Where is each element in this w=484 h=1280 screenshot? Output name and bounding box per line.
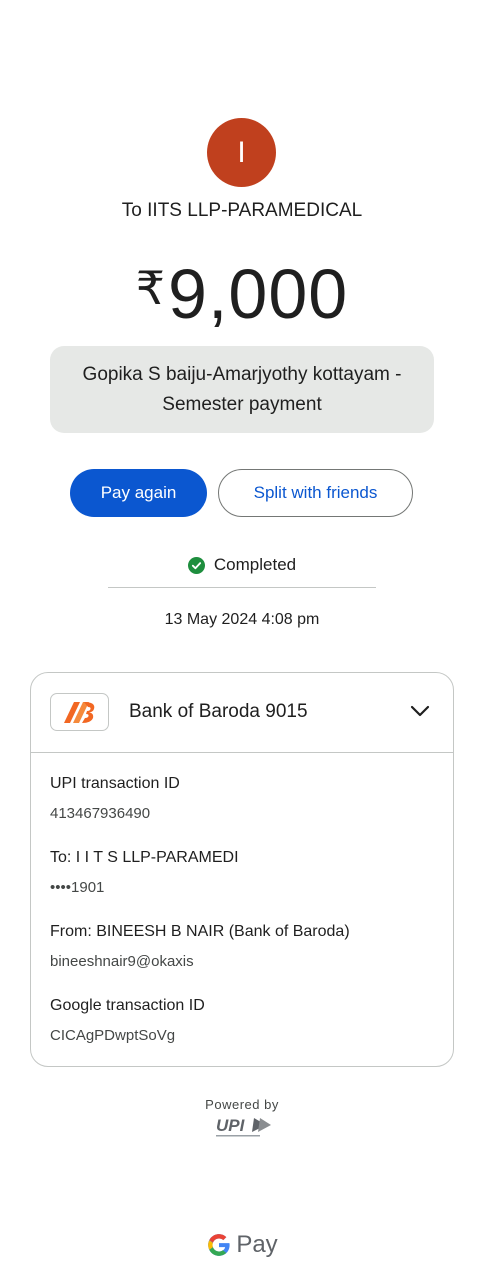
upi-transaction-id-value: 413467936490 (50, 805, 151, 822)
payment-note: Gopika S baiju-Amarjyothy kottayam - Sem… (50, 346, 434, 433)
transaction-datetime: 13 May 2024 4:08 pm (164, 611, 320, 628)
to-account-value: ••••1901 (50, 879, 105, 896)
payment-amount: ₹9,000 (0, 246, 484, 336)
split-with-friends-button[interactable]: Split with friends (218, 469, 413, 517)
google-transaction-id-value: CICAgPDwptSoVg (50, 1027, 176, 1044)
bank-account-name: Bank of Baroda 9015 (129, 701, 308, 722)
status-row: Completed (0, 552, 484, 578)
amount-value: 9,000 (168, 255, 349, 333)
from-account-value: bineeshnair9@okaxis (50, 953, 194, 970)
upi-logo-text: UPI (216, 1116, 246, 1135)
gpay-text: Pay (236, 1231, 278, 1258)
chevron-down-icon[interactable] (409, 703, 431, 719)
google-pay-logo: Pay (0, 1229, 484, 1261)
status-divider (108, 587, 376, 588)
to-account-label: To: I I T S LLP-PARAMEDI (50, 849, 239, 866)
google-transaction-id-label: Google transaction ID (50, 997, 205, 1014)
from-account-label: From: BINEESH B NAIR (Bank of Baroda) (50, 923, 350, 940)
transaction-details-card: Bank of Baroda 9015 UPI transaction ID 4… (30, 672, 454, 1067)
check-circle-icon (187, 556, 205, 574)
status-text: Completed (213, 555, 297, 574)
pay-again-button[interactable]: Pay again (70, 469, 207, 517)
upi-transaction-id-label: UPI transaction ID (50, 775, 180, 792)
powered-by-label: Powered by (205, 1097, 279, 1112)
payee-name: To IITS LLP-PARAMEDICAL (121, 200, 363, 221)
avatar-initial: I (237, 135, 246, 169)
bank-account-header[interactable]: Bank of Baroda 9015 (31, 673, 453, 753)
upi-logo-icon: UPI (216, 1116, 271, 1137)
currency-symbol: ₹ (135, 262, 167, 314)
bank-of-baroda-logo-icon (50, 693, 109, 731)
payee-avatar: I (207, 118, 276, 187)
google-g-icon (208, 1234, 230, 1256)
